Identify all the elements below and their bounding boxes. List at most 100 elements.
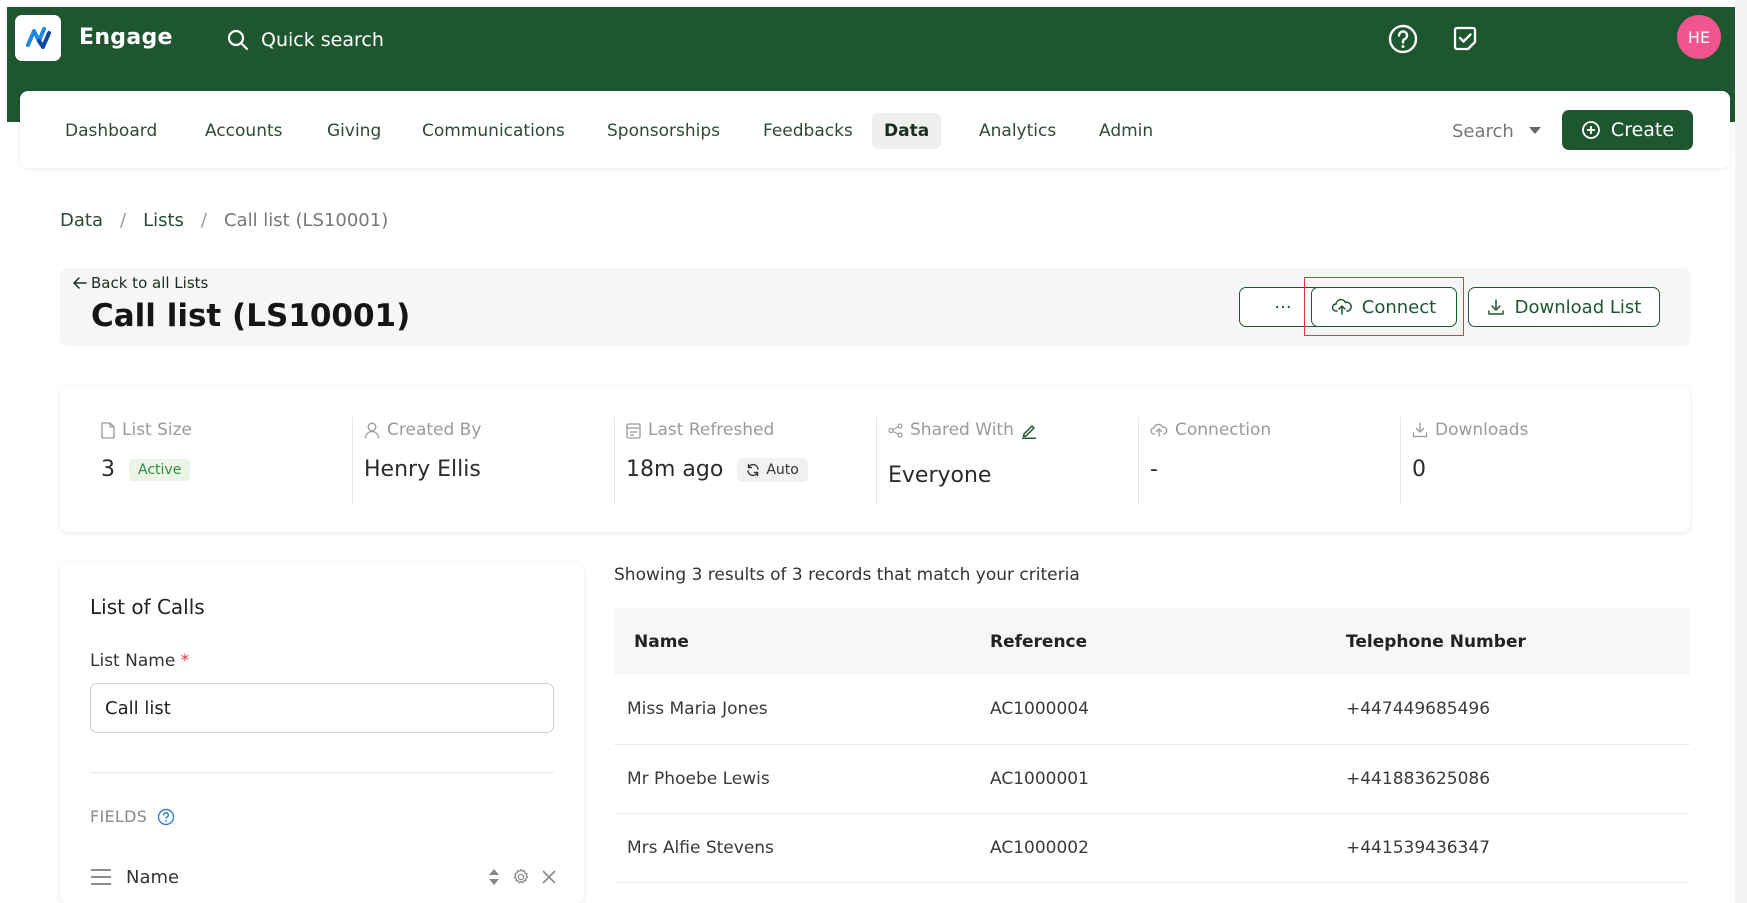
list-size-number: 3: [101, 457, 115, 482]
stat-connection: Connection -: [1138, 417, 1400, 505]
user-icon: [364, 422, 380, 438]
fields-section-label: FIELDS: [90, 807, 175, 826]
panel-divider: [90, 772, 554, 773]
nav-communications[interactable]: Communications: [410, 113, 577, 149]
nav-data[interactable]: Data: [872, 113, 942, 149]
help-icon[interactable]: [157, 808, 175, 826]
download-list-button[interactable]: Download List: [1468, 287, 1660, 327]
list-name-input[interactable]: [90, 683, 554, 733]
breadcrumb-separator: /: [200, 209, 207, 231]
field-settings-button[interactable]: [512, 868, 530, 886]
required-marker: *: [180, 651, 190, 671]
download-button-label: Download List: [1514, 296, 1642, 318]
table-row[interactable]: Mr Phoebe Lewis AC1000001 +441883625086: [614, 744, 1690, 814]
back-link-label: Back to all Lists: [91, 274, 209, 292]
quick-search[interactable]: Quick search: [227, 23, 384, 57]
remove-field-button[interactable]: [542, 870, 556, 884]
nav-accounts[interactable]: Accounts: [193, 113, 295, 149]
fields-label-text: FIELDS: [90, 807, 148, 826]
stat-connection-label: Connection: [1150, 417, 1271, 443]
gear-icon: [513, 868, 529, 884]
stat-last-refreshed-label: Last Refreshed: [626, 417, 774, 443]
plus-circle-icon: [1582, 121, 1600, 139]
nav-admin[interactable]: Admin: [1087, 113, 1165, 149]
column-header-reference[interactable]: Reference: [970, 608, 1326, 675]
main-nav: Dashboard Accounts Giving Communications…: [20, 91, 1730, 168]
download-icon: [1412, 422, 1428, 438]
list-name-label-text: List Name: [90, 651, 176, 671]
create-button[interactable]: Create: [1562, 110, 1693, 150]
close-icon: [542, 870, 556, 884]
nav-analytics[interactable]: Analytics: [967, 113, 1068, 149]
app-logo[interactable]: [15, 15, 61, 61]
stat-shared-with-label: Shared With: [888, 417, 1037, 443]
user-avatar[interactable]: HE: [1677, 15, 1721, 59]
column-header-telephone[interactable]: Telephone Number: [1326, 608, 1690, 675]
drag-handle-icon[interactable]: [90, 868, 112, 886]
results-summary: Showing 3 results of 3 records that matc…: [614, 565, 1080, 585]
field-row: Name: [90, 863, 556, 891]
cell-telephone: +441883625086: [1326, 744, 1690, 814]
help-button[interactable]: [1383, 19, 1423, 59]
auto-refresh-label: Auto: [766, 461, 799, 478]
sort-icon: [489, 869, 499, 885]
list-name-label: List Name *: [90, 651, 189, 671]
results-table: Name Reference Telephone Number Miss Mar…: [614, 608, 1690, 883]
search-icon: [227, 29, 249, 51]
stat-list-size-value: 3 Active: [101, 457, 191, 482]
table-row[interactable]: Mrs Alfie Stevens AC1000002 +44153943634…: [614, 813, 1690, 883]
last-refreshed-time: 18m ago: [626, 457, 724, 482]
stat-list-size: List Size 3 Active: [90, 417, 352, 505]
cell-name: Mr Phoebe Lewis: [614, 744, 970, 814]
caret-down-icon: [1528, 127, 1541, 134]
scrollbar-track[interactable]: [1735, 0, 1747, 903]
table-row[interactable]: Miss Maria Jones AC1000004 +447449685496: [614, 675, 1690, 745]
nav-search-label: Search: [1452, 120, 1514, 142]
stat-list-size-label: List Size: [101, 417, 192, 443]
cloud-upload-icon: [1150, 423, 1168, 437]
connect-highlight: [1304, 277, 1464, 336]
share-icon: [888, 422, 903, 438]
breadcrumb-data[interactable]: Data: [60, 210, 103, 231]
logo-icon: [26, 27, 51, 49]
more-icon: ···: [1274, 296, 1292, 318]
nav-sponsorships[interactable]: Sponsorships: [595, 113, 732, 149]
stat-last-refreshed: Last Refreshed 18m ago Auto: [614, 417, 876, 505]
nav-giving[interactable]: Giving: [315, 113, 393, 149]
edit-pencil-icon[interactable]: [1021, 422, 1037, 439]
top-bar: Engage Quick search HE: [7, 7, 1735, 82]
cell-telephone: +447449685496: [1326, 675, 1690, 745]
sort-button[interactable]: [488, 868, 500, 886]
created-by-label-text: Created By: [387, 420, 482, 440]
list-stats: List Size 3 Active Created By Henry Elli…: [60, 387, 1690, 532]
cell-reference: AC1000004: [970, 675, 1326, 745]
calendar-clock-icon: [626, 422, 641, 439]
back-to-lists-link[interactable]: Back to all Lists: [73, 274, 208, 292]
download-icon: [1487, 299, 1504, 315]
auto-refresh-badge[interactable]: Auto: [737, 457, 808, 482]
breadcrumb-separator: /: [119, 209, 127, 231]
nav-feedbacks[interactable]: Feedbacks: [751, 113, 865, 149]
connection-value: -: [1150, 457, 1158, 482]
last-refreshed-label-text: Last Refreshed: [648, 420, 775, 440]
status-badge: Active: [129, 458, 191, 481]
stat-downloads-label: Downloads: [1412, 417, 1528, 443]
connection-label-text: Connection: [1175, 420, 1272, 440]
list-settings-panel: List of Calls List Name * FIELDS Name: [60, 563, 584, 903]
nav-dashboard[interactable]: Dashboard: [53, 113, 169, 149]
refresh-icon: [747, 463, 760, 476]
cell-telephone: +441539436347: [1326, 813, 1690, 883]
nav-search-dropdown[interactable]: Search: [1452, 113, 1542, 149]
app-name: Engage: [79, 25, 173, 50]
shared-with-label-text: Shared With: [910, 420, 1014, 440]
column-header-name[interactable]: Name: [614, 608, 970, 675]
help-icon: [1388, 24, 1418, 54]
breadcrumb-lists[interactable]: Lists: [143, 210, 184, 231]
downloads-value: 0: [1412, 457, 1426, 482]
list-size-label-text: List Size: [122, 420, 193, 440]
created-by-value: Henry Ellis: [364, 457, 481, 482]
field-name: Name: [126, 866, 180, 888]
stat-last-refreshed-value: 18m ago Auto: [626, 457, 808, 482]
tasks-button[interactable]: [1445, 19, 1485, 59]
table-header-row: Name Reference Telephone Number: [614, 608, 1690, 675]
